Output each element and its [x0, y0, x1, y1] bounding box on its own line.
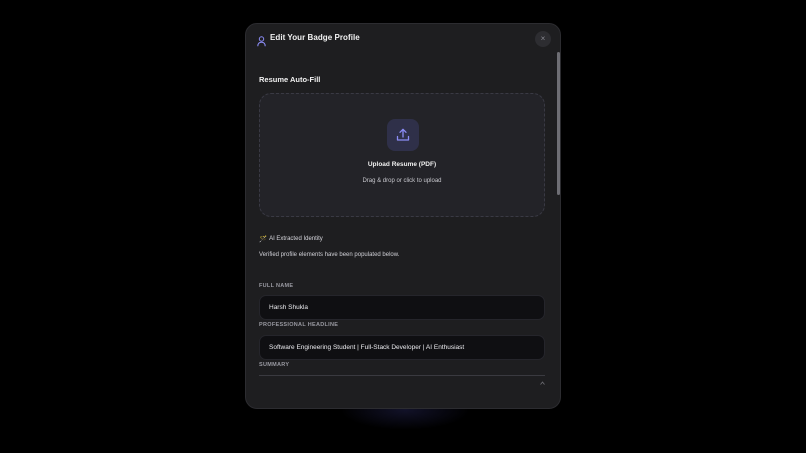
modal-title: Edit Your Badge Profile — [270, 33, 360, 42]
modal-header: Edit Your Badge Profile × — [246, 24, 560, 56]
close-button[interactable]: × — [535, 31, 551, 47]
resize-handle-icon[interactable] — [540, 372, 545, 385]
headline-value: Software Engineering Student | Full-Stac… — [269, 344, 465, 351]
full-name-field[interactable]: Harsh Shukla — [259, 295, 545, 320]
edit-badge-profile-modal: Edit Your Badge Profile × Resume Auto-Fi… — [245, 23, 561, 409]
upload-title: Upload Resume (PDF) — [367, 161, 437, 168]
ai-extracted-label: AI Extracted Identity — [269, 236, 323, 242]
close-icon[interactable]: × — [541, 35, 546, 43]
upload-icon — [387, 119, 419, 151]
full-name-label: FULL NAME — [259, 283, 294, 289]
ai-extracted-row: 🪄 AI Extracted Identity — [259, 235, 323, 243]
resume-dropzone[interactable]: Upload Resume (PDF) Drag & drop or click… — [259, 93, 545, 217]
scrollbar-thumb[interactable] — [557, 52, 560, 195]
user-icon — [257, 34, 266, 47]
summary-label: SUMMARY — [259, 362, 290, 368]
headline-field[interactable]: Software Engineering Student | Full-Stac… — [259, 335, 545, 360]
resume-section-title: Resume Auto-Fill — [259, 75, 321, 84]
ai-extracted-description: Verified profile elements have been popu… — [259, 252, 400, 258]
sparkle-icon: 🪄 — [259, 236, 268, 243]
full-name-value: Harsh Shukla — [269, 304, 309, 311]
upload-hint: Drag & drop or click to upload — [362, 178, 442, 184]
summary-field[interactable] — [259, 375, 545, 377]
headline-label: PROFESSIONAL HEADLINE — [259, 322, 339, 328]
